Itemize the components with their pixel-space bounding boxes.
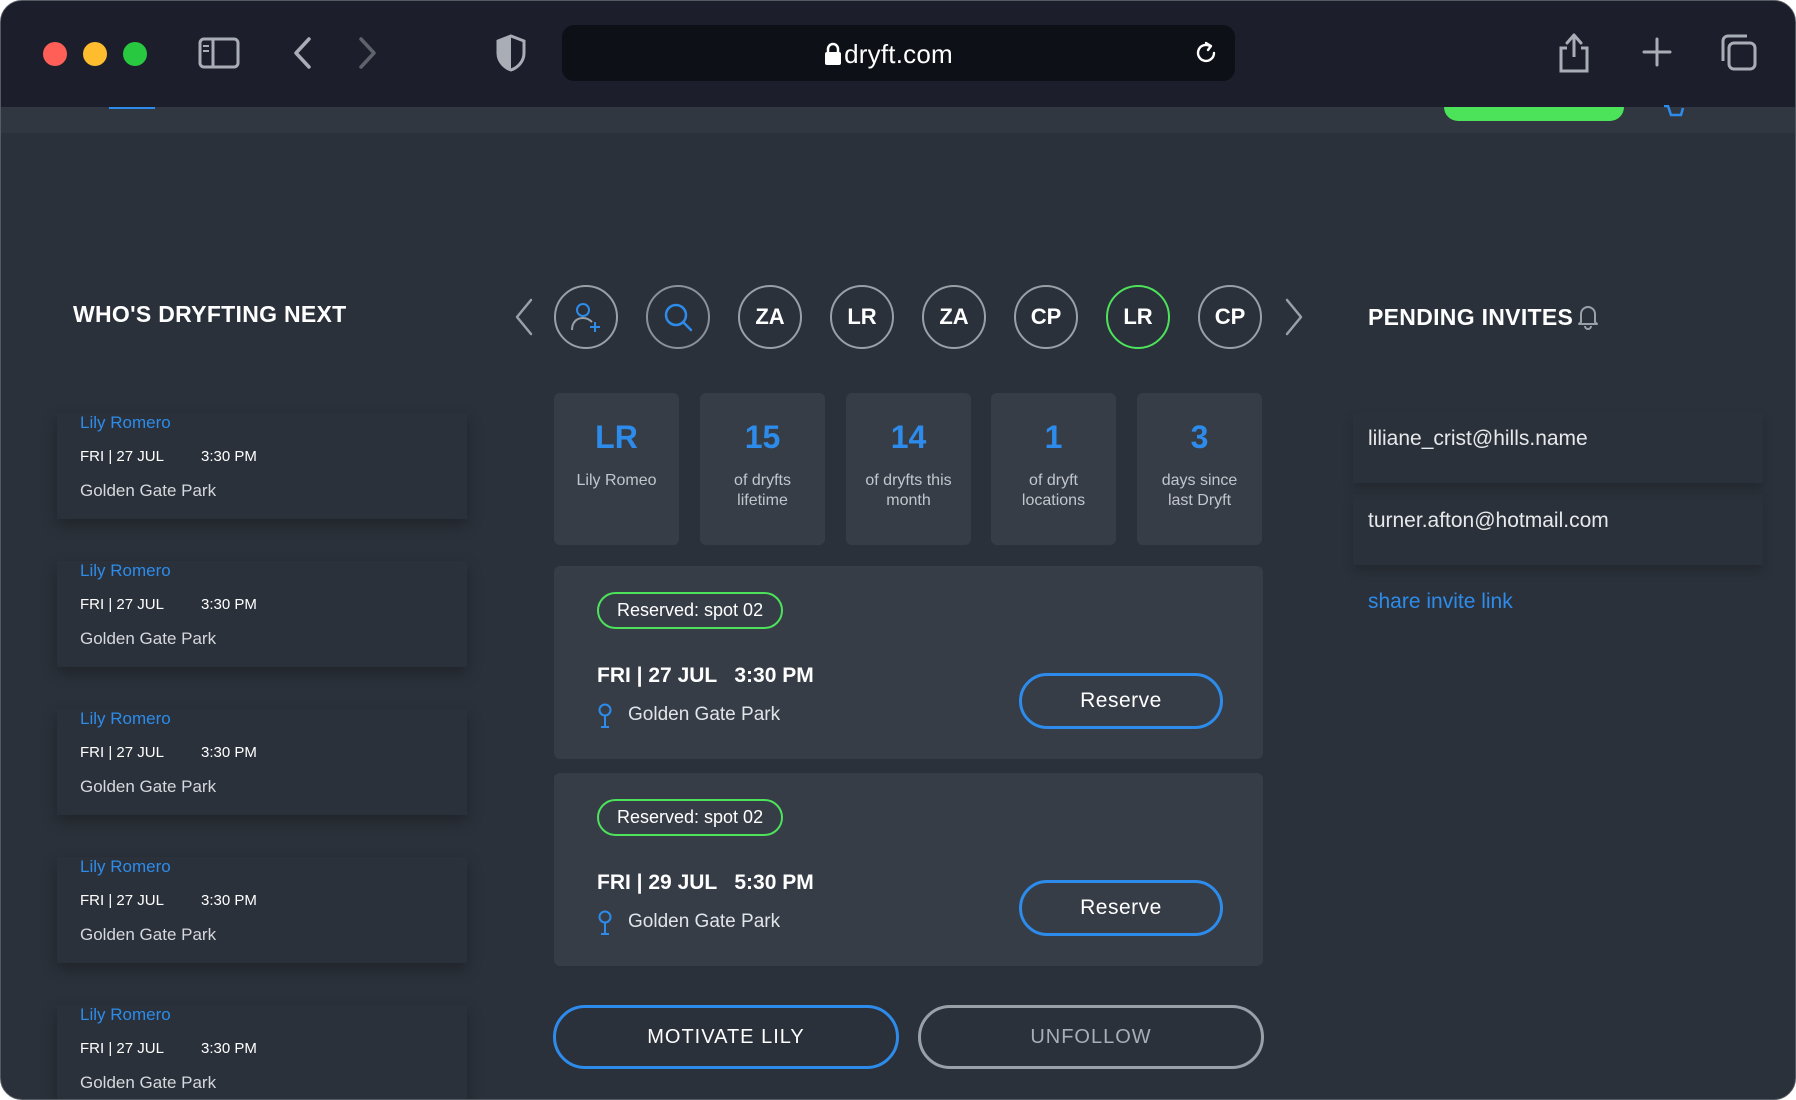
session-location: Golden Gate Park	[628, 704, 781, 725]
list-item-time: 3:30 PM	[201, 892, 257, 909]
zoom-window-button[interactable]	[123, 42, 147, 66]
list-item[interactable]: Lily Romero FRI | 27 JUL 3:30 PM Golden …	[57, 1005, 467, 1099]
list-item[interactable]: Lily Romero FRI | 27 JUL 3:30 PM Golden …	[57, 857, 467, 963]
stat-value: 1	[1044, 419, 1063, 455]
sidebar-icon[interactable]	[198, 37, 240, 69]
stat-card-lifetime: 15 of dryfts lifetime	[700, 393, 825, 545]
stat-card-locations: 1 of dryft locations	[991, 393, 1116, 545]
list-item-name[interactable]: Lily Romero	[80, 561, 171, 581]
back-icon[interactable]	[291, 35, 315, 71]
add-user-icon	[571, 303, 600, 332]
reserved-badge: Reserved: spot 02	[597, 592, 784, 629]
stat-label: of dryfts this month	[865, 472, 952, 509]
list-item-date: FRI | 27 JUL	[80, 596, 164, 613]
url-text: dryft.com	[844, 39, 953, 69]
carousel-prev-icon[interactable]	[513, 297, 535, 337]
share-icon[interactable]	[1556, 31, 1592, 75]
list-item-location: Golden Gate Park	[80, 925, 217, 944]
list-item-location: Golden Gate Park	[80, 481, 217, 500]
stat-value: LR	[595, 419, 638, 455]
avatar[interactable]: LR	[830, 285, 894, 349]
nav-cta-button[interactable]	[1444, 107, 1624, 121]
unfollow-button[interactable]: UNFOLLOW	[918, 1005, 1264, 1069]
search-icon	[664, 303, 693, 332]
session-card: Reserved: spot 02 FRI | 27 JUL 3:30 PM G…	[554, 566, 1263, 759]
stat-label: of dryfts lifetime	[734, 472, 791, 509]
bell-icon[interactable]	[1577, 302, 1599, 330]
reload-icon[interactable]	[1193, 40, 1219, 66]
stat-label: Lily Romeo	[576, 472, 657, 489]
list-item-time: 3:30 PM	[201, 744, 257, 761]
new-tab-icon[interactable]	[1642, 37, 1672, 67]
search-button[interactable]	[646, 285, 710, 349]
list-item-name[interactable]: Lily Romero	[80, 709, 171, 729]
list-item-name[interactable]: Lily Romero	[80, 857, 171, 877]
reserved-badge: Reserved: spot 02	[597, 799, 784, 836]
list-item[interactable]: Lily Romero FRI | 27 JUL 3:30 PM Golden …	[57, 413, 467, 519]
session-datetime: FRI | 29 JUL 5:30 PM	[597, 871, 814, 894]
avatar[interactable]: CP	[1014, 285, 1078, 349]
avatar[interactable]: ZA	[922, 285, 986, 349]
stat-card-days-since: 3 days since last Dryft	[1137, 393, 1262, 545]
avatar-selected[interactable]: LR	[1106, 285, 1170, 349]
location-pin-icon	[598, 910, 612, 935]
stat-value: 14	[890, 419, 927, 455]
avatar[interactable]: CP	[1198, 285, 1262, 349]
session-datetime: FRI | 27 JUL 3:30 PM	[597, 664, 814, 687]
avatar[interactable]: ZA	[738, 285, 802, 349]
session-card: Reserved: spot 02 FRI | 29 JUL 5:30 PM G…	[554, 773, 1263, 966]
list-item-time: 3:30 PM	[201, 448, 257, 465]
address-bar[interactable]: dryft.com	[562, 25, 1235, 81]
add-friend-button[interactable]	[554, 285, 618, 349]
list-item-location: Golden Gate Park	[80, 777, 217, 796]
list-item-date: FRI | 27 JUL	[80, 744, 164, 761]
minimize-window-button[interactable]	[83, 42, 107, 66]
invite-row: turner.afton@hotmail.com	[1353, 495, 1763, 565]
invite-email: turner.afton@hotmail.com	[1368, 509, 1609, 532]
list-item-time: 3:30 PM	[201, 1040, 257, 1057]
list-item-date: FRI | 27 JUL	[80, 1040, 164, 1057]
list-item-date: FRI | 27 JUL	[80, 448, 164, 465]
session-location: Golden Gate Park	[628, 911, 781, 932]
list-item-name[interactable]: Lily Romero	[80, 413, 171, 433]
list-item-name[interactable]: Lily Romero	[80, 1005, 171, 1025]
list-item-time: 3:30 PM	[201, 596, 257, 613]
list-item[interactable]: Lily Romero FRI | 27 JUL 3:30 PM Golden …	[57, 561, 467, 667]
privacy-shield-icon[interactable]	[495, 33, 527, 73]
reserve-button[interactable]: Reserve	[1019, 880, 1223, 936]
carousel-next-icon[interactable]	[1283, 297, 1305, 337]
stat-card-month: 14 of dryfts this month	[846, 393, 971, 545]
tab-overview-icon[interactable]	[1719, 33, 1757, 71]
invite-email: liliane_crist@hills.name	[1368, 427, 1588, 450]
forward-icon[interactable]	[355, 35, 379, 71]
stat-label: days since last Dryft	[1161, 472, 1238, 509]
share-invite-link[interactable]: share invite link	[1368, 590, 1513, 614]
stat-value: 15	[744, 419, 781, 455]
list-item-location: Golden Gate Park	[80, 1073, 217, 1092]
location-pin-icon	[598, 703, 612, 728]
browser-toolbar: dryft.com	[1, 1, 1795, 107]
browser-window: dryft.com WHO'S DRYFTING NEXT Lily Romer…	[0, 0, 1796, 1100]
stat-card-initials: LR Lily Romeo	[554, 393, 679, 545]
nav-active-indicator	[109, 107, 155, 109]
stat-label: of dryft locations	[1021, 472, 1086, 509]
pending-invites-title: PENDING INVITES	[1368, 304, 1574, 330]
cart-icon[interactable]	[1663, 105, 1685, 119]
close-window-button[interactable]	[43, 42, 67, 66]
invite-row: liliane_crist@hills.name	[1353, 413, 1763, 483]
motivate-button[interactable]: MOTIVATE LILY	[553, 1005, 899, 1069]
list-item-date: FRI | 27 JUL	[80, 892, 164, 909]
reserve-button[interactable]: Reserve	[1019, 673, 1223, 729]
list-item[interactable]: Lily Romero FRI | 27 JUL 3:30 PM Golden …	[57, 709, 467, 815]
stat-value: 3	[1190, 419, 1209, 455]
list-item-location: Golden Gate Park	[80, 629, 217, 648]
whos-dryfting-title: WHO'S DRYFTING NEXT	[73, 301, 347, 327]
